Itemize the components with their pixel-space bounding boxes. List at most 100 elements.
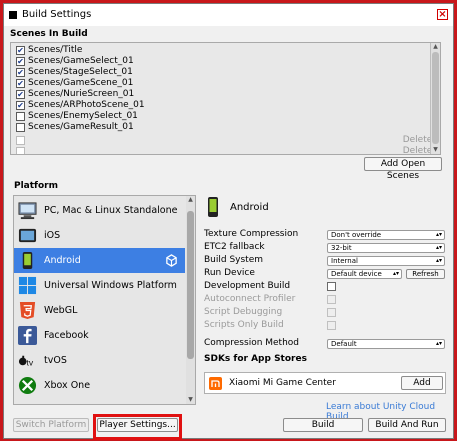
svg-text:tv: tv (27, 357, 34, 367)
scene-checkbox[interactable]: ✔ (16, 90, 25, 99)
scene-checkbox[interactable]: ✔ (16, 101, 25, 110)
build-button[interactable]: Build (283, 418, 363, 432)
ios-icon (18, 228, 37, 243)
scroll-down-icon[interactable]: ▼ (431, 146, 440, 154)
dropdown-caret-icon: ▴▾ (435, 340, 442, 347)
platform-label: Xbox One (44, 380, 91, 391)
scene-row[interactable]: ✔ Scenes/Title 0 (14, 45, 438, 56)
scene-checkbox[interactable]: ✔ (16, 57, 25, 66)
switch-platform-button: Switch Platform (13, 418, 89, 432)
scene-row[interactable]: ✔ Scenes/GameSelect_01 1 (14, 56, 438, 67)
platform-item-facebook[interactable]: Facebook (14, 323, 185, 348)
sdks-heading: SDKs for App Stores (204, 354, 307, 364)
android-device-icon (208, 197, 218, 217)
close-icon[interactable]: × (437, 9, 448, 20)
scene-name: Scenes/EnemySelect_01 (28, 111, 138, 121)
xbox-icon (18, 376, 37, 395)
platform-label: Universal Windows Platform (44, 280, 177, 291)
run-device-dropdown[interactable]: Default device ▴▾ (327, 269, 402, 279)
autoconnect-profiler-label: Autoconnect Profiler (204, 294, 296, 304)
platform-item-tvos[interactable]: tv tvOS (14, 348, 185, 373)
scene-row[interactable]: ✔ Scenes/ARPhotoScene_01 5 (14, 100, 438, 111)
unity-app-icon (9, 11, 17, 19)
scene-name: Scenes/Title (28, 45, 83, 55)
platform-label: PC, Mac & Linux Standalone (44, 205, 178, 216)
window-title: Build Settings (22, 9, 92, 20)
platform-item-uwp[interactable]: Universal Windows Platform (14, 273, 185, 298)
development-build-label: Development Build (204, 281, 291, 291)
add-open-scenes-button[interactable]: Add Open Scenes (364, 157, 442, 181)
development-build-checkbox[interactable] (327, 282, 336, 291)
scene-row[interactable]: Deleted (14, 146, 438, 154)
platform-label: Facebook (44, 330, 89, 341)
scene-checkbox[interactable]: ✔ (16, 68, 25, 77)
scene-checkbox[interactable]: ✔ (16, 46, 25, 55)
pc-icon (18, 202, 37, 220)
scenes-list[interactable]: ✔ Scenes/Title 0 ✔ Scenes/GameSelect_01 … (10, 42, 441, 155)
build-system-dropdown[interactable]: Internal ▴▾ (327, 256, 445, 266)
scene-checkbox[interactable] (16, 123, 25, 132)
platform-item-webgl[interactable]: WebGL (14, 298, 185, 323)
scenes-scrollbar[interactable]: ▲ ▼ (430, 43, 440, 154)
refresh-button[interactable]: Refresh (406, 269, 445, 279)
scene-row[interactable]: Scenes/EnemySelect_01 (14, 111, 438, 122)
scene-row[interactable]: Deleted (14, 135, 438, 146)
script-debugging-checkbox (327, 308, 336, 317)
autoconnect-profiler-checkbox (327, 295, 336, 304)
xiaomi-icon (209, 377, 222, 390)
scene-name: Scenes/ARPhotoScene_01 (28, 100, 145, 110)
platform-scrollbar[interactable]: ▲ ▼ (186, 196, 195, 404)
dropdown-caret-icon: ▴▾ (435, 257, 442, 264)
build-and-run-button[interactable]: Build And Run (368, 418, 446, 432)
platform-item-ios[interactable]: iOS (14, 223, 185, 248)
scene-checkbox[interactable] (16, 112, 25, 121)
platform-heading: Platform (14, 181, 58, 191)
dropdown-value: 32-bit (331, 244, 352, 252)
scene-row[interactable]: ✔ Scenes/NurieScreen_01 4 (14, 89, 438, 100)
dropdown-value: Don't override (331, 231, 382, 239)
scene-name: Scenes/GameScene_01 (28, 78, 134, 88)
scene-row[interactable]: ✔ Scenes/GameScene_01 3 (14, 78, 438, 89)
dropdown-caret-icon: ▴▾ (435, 231, 442, 238)
platform-title: Android (230, 202, 269, 213)
build-settings-window: Build Settings × Scenes In Build ✔ Scene… (3, 3, 454, 440)
unity-logo-icon (166, 254, 177, 267)
etc2-fallback-dropdown[interactable]: 32-bit ▴▾ (327, 243, 445, 253)
scroll-up-icon[interactable]: ▲ (431, 43, 440, 51)
scroll-thumb[interactable] (187, 211, 194, 359)
dropdown-caret-icon: ▴▾ (392, 270, 399, 277)
dropdown-value: Default (331, 340, 357, 348)
texture-compression-label: Texture Compression (204, 229, 299, 239)
platform-item-android[interactable]: Android (14, 248, 185, 273)
scene-row[interactable]: Scenes/GameResult_01 (14, 122, 438, 133)
platform-label: Android (44, 255, 81, 266)
platform-label: WebGL (44, 305, 78, 316)
tvos-icon: tv (18, 355, 34, 367)
windows-icon (18, 276, 37, 295)
scene-checkbox[interactable]: ✔ (16, 79, 25, 88)
scene-checkbox[interactable] (16, 136, 25, 145)
build-system-label: Build System (204, 255, 264, 265)
texture-compression-dropdown[interactable]: Don't override ▴▾ (327, 230, 445, 240)
platform-label: tvOS (44, 355, 67, 366)
scene-row[interactable]: ✔ Scenes/StageSelect_01 2 (14, 67, 438, 78)
facebook-icon (18, 326, 37, 345)
scene-name: Scenes/GameSelect_01 (28, 56, 134, 66)
android-icon (22, 251, 33, 270)
scroll-down-icon[interactable]: ▼ (186, 396, 195, 404)
compression-method-label: Compression Method (204, 338, 300, 348)
sdk-row-xiaomi: Xiaomi Mi Game Center Add (204, 372, 446, 394)
platform-list[interactable]: PC, Mac & Linux Standalone iOS Android U… (13, 195, 196, 405)
player-settings-highlight (93, 414, 182, 440)
scene-name: Scenes/GameResult_01 (28, 122, 134, 132)
scene-name: Scenes/NurieScreen_01 (28, 89, 135, 99)
platform-item-xbox[interactable]: Xbox One (14, 373, 185, 398)
compression-method-dropdown[interactable]: Default ▴▾ (327, 339, 445, 349)
add-sdk-button[interactable]: Add (401, 376, 443, 390)
scene-checkbox[interactable] (16, 147, 25, 154)
scroll-thumb[interactable] (432, 52, 439, 144)
scroll-up-icon[interactable]: ▲ (186, 196, 195, 204)
platform-item-pc[interactable]: PC, Mac & Linux Standalone (14, 198, 185, 223)
html5-icon (19, 301, 36, 320)
platform-label: iOS (44, 230, 61, 241)
